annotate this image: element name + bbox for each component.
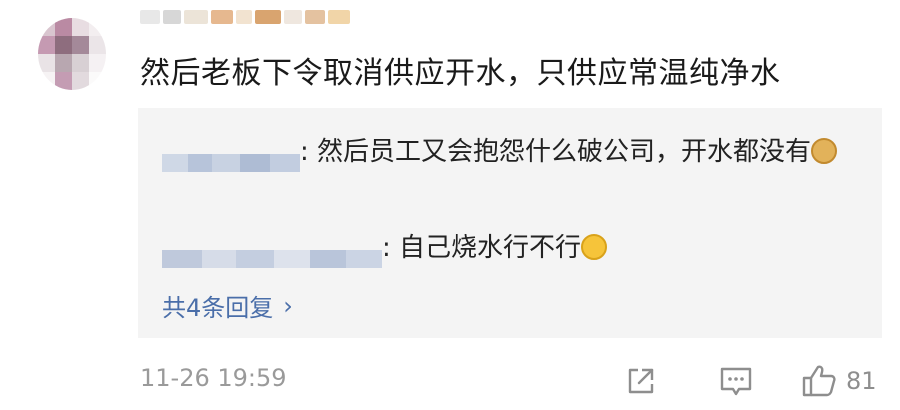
comment-footer: 11-26 19:59 81 <box>140 364 880 400</box>
like-count: 81 <box>846 367 877 395</box>
comment-author-name[interactable] <box>140 6 390 28</box>
more-replies-label: 共4条回复 <box>162 294 274 322</box>
more-replies-link[interactable]: 共4条回复 › <box>162 288 293 323</box>
comment-icon <box>720 367 752 396</box>
thumbs-up-icon <box>802 365 836 397</box>
reply-item[interactable]: : 然后员工又会抱怨什么破公司，开水都没有 <box>162 132 862 172</box>
share-icon <box>628 368 654 394</box>
reply-button[interactable] <box>718 364 754 398</box>
reply-text: : 然后员工又会抱怨什么破公司，开水都没有 <box>300 137 812 167</box>
reply-author-name[interactable] <box>162 144 300 172</box>
reply-text: : 自己烧水行不行 <box>382 233 582 263</box>
reply-item[interactable]: : 自己烧水行不行 <box>162 228 608 268</box>
user-avatar[interactable] <box>38 18 106 90</box>
share-button[interactable] <box>624 364 658 398</box>
grin-emoji-icon <box>581 233 608 260</box>
reply-author-name[interactable] <box>162 240 382 268</box>
comment-timestamp: 11-26 19:59 <box>140 364 287 392</box>
doge-emoji-icon <box>811 137 838 164</box>
reply-thread-box: : 然后员工又会抱怨什么破公司，开水都没有 : 自己烧水行不行 共4条回复 › <box>138 108 882 338</box>
comment-text: 然后老板下令取消供应开水，只供应常温纯净水 <box>140 56 781 91</box>
chevron-right-icon: › <box>283 291 293 320</box>
like-button[interactable]: 81 <box>800 364 877 398</box>
